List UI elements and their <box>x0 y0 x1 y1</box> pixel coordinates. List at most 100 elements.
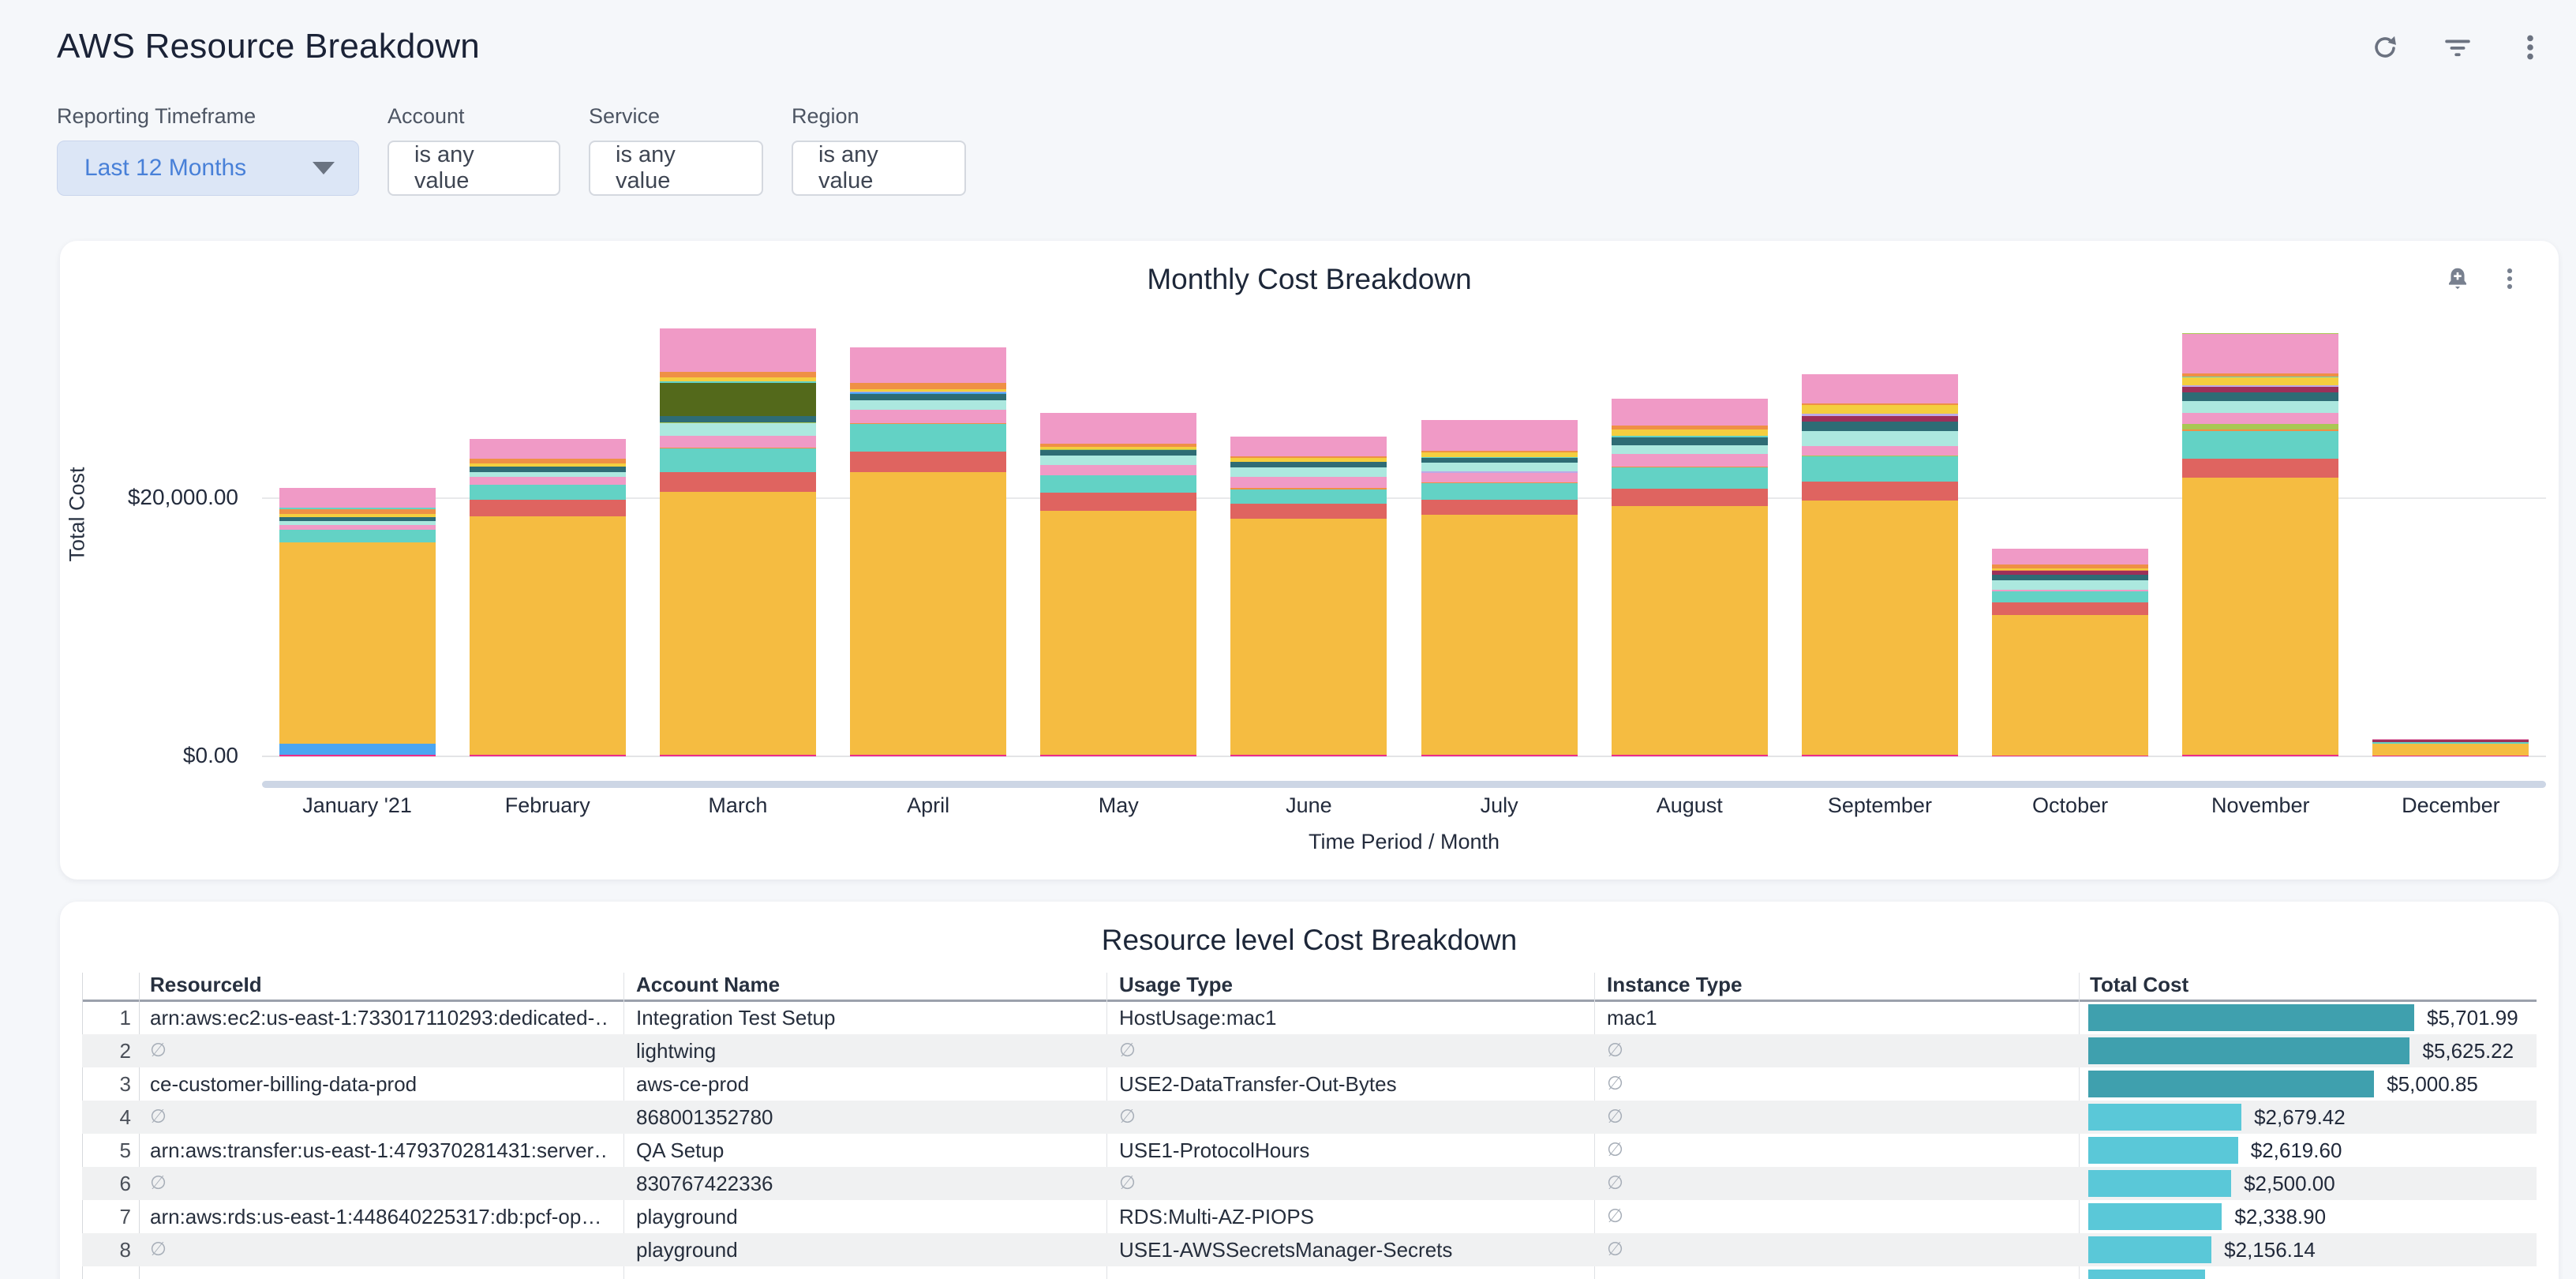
stacked-bar-february[interactable] <box>470 439 626 756</box>
bar-segment[interactable] <box>1040 493 1196 512</box>
bar-segment[interactable] <box>2182 334 2338 373</box>
bar-segment[interactable] <box>1421 473 1578 482</box>
bar-segment[interactable] <box>850 394 1006 400</box>
bar-segment[interactable] <box>660 372 816 378</box>
bar-segment[interactable] <box>1230 467 1387 477</box>
bar-segment[interactable] <box>1802 446 1958 456</box>
bar-segment[interactable] <box>279 530 436 542</box>
kebab-menu-icon[interactable] <box>2513 30 2548 65</box>
cell-account-name[interactable]: Integration Test Setup <box>636 1001 1094 1034</box>
bar-segment[interactable] <box>1992 575 2148 581</box>
bar-segment[interactable] <box>660 755 816 756</box>
bar-segment[interactable] <box>660 448 816 472</box>
bar-segment[interactable] <box>1421 483 1578 499</box>
bar-segment[interactable] <box>470 477 626 485</box>
total-cost-value[interactable]: $5,625.22 <box>2422 1034 2514 1067</box>
bar-segment[interactable] <box>1421 755 1578 756</box>
bar-segment[interactable] <box>850 424 1006 452</box>
cell-resource-id[interactable]: arn:aws:ec2:us-east-1:733017110293:dedic… <box>150 1001 608 1034</box>
total-cost-value[interactable]: $5,000.85 <box>2387 1067 2478 1101</box>
bar-segment[interactable] <box>1802 755 1958 756</box>
bar-segment[interactable] <box>1040 475 1196 493</box>
total-cost-value[interactable]: $2,500.00 <box>2244 1167 2335 1200</box>
cell-usage-type[interactable]: USE1-ProtocolHours <box>1119 1134 1585 1167</box>
bar-segment[interactable] <box>470 516 626 755</box>
bar-segment[interactable] <box>1040 450 1196 456</box>
cell-account-name[interactable]: playground <box>636 1233 1094 1266</box>
bar-segment[interactable] <box>1040 511 1196 755</box>
bar-segment[interactable] <box>1040 465 1196 475</box>
bar-segment[interactable] <box>2182 424 2338 430</box>
bar-segment[interactable] <box>850 755 1006 756</box>
bar-segment[interactable] <box>1230 504 1387 519</box>
cell-resource-id[interactable]: ce-customer-billing-data-prod <box>150 1067 608 1101</box>
bar-segment[interactable] <box>1421 463 1578 471</box>
column-header-account-name[interactable]: Account Name <box>636 973 780 997</box>
bar-segment[interactable] <box>1612 755 1768 756</box>
stacked-bar-august[interactable] <box>1612 399 1768 756</box>
cell-instance-type[interactable]: mac1 <box>1607 1001 2049 1034</box>
cell-usage-type[interactable]: HostUsage:mac1 <box>1119 1001 1585 1034</box>
service-filter-button[interactable]: is any value <box>589 141 763 196</box>
total-cost-value[interactable]: $2,338.90 <box>2234 1200 2326 1233</box>
refresh-icon[interactable] <box>2368 30 2402 65</box>
cell-usage-type[interactable]: RDS:Multi-AZ-PIOPS <box>1119 1200 1585 1233</box>
bar-segment[interactable] <box>1612 445 1768 455</box>
bar-segment[interactable] <box>850 472 1006 755</box>
bar-segment[interactable] <box>660 492 816 756</box>
cell-resource-id[interactable]: arn:aws:transfer:us-east-1:479370281431:… <box>150 1134 608 1167</box>
bar-segment[interactable] <box>1612 506 1768 756</box>
bar-segment[interactable] <box>470 439 626 459</box>
cell-resource-id[interactable]: arn:aws:rds:us-east-1:448640225317:db:pc… <box>150 1200 608 1233</box>
bar-segment[interactable] <box>1802 374 1958 403</box>
bar-segment[interactable] <box>1040 456 1196 464</box>
bar-segment[interactable] <box>660 423 816 436</box>
chart-horizontal-scrollbar[interactable] <box>262 781 2546 788</box>
total-cost-bar[interactable] <box>2088 1203 2222 1230</box>
bar-segment[interactable] <box>1040 755 1196 756</box>
total-cost-value[interactable]: $5,701.99 <box>2427 1001 2518 1034</box>
total-cost-bar[interactable] <box>2088 1071 2374 1097</box>
total-cost-bar[interactable] <box>2088 1104 2241 1131</box>
bar-segment[interactable] <box>279 542 436 744</box>
total-cost-bar[interactable] <box>2088 1004 2414 1031</box>
bar-segment[interactable] <box>2182 459 2338 478</box>
stacked-bar-june[interactable] <box>1230 437 1387 756</box>
bar-segment[interactable] <box>1802 456 1958 482</box>
bar-segment[interactable] <box>2182 478 2338 755</box>
bar-segment[interactable] <box>850 400 1006 411</box>
stacked-bar-july[interactable] <box>1421 420 1578 756</box>
bar-segment[interactable] <box>1230 477 1387 488</box>
account-filter-button[interactable]: is any value <box>388 141 560 196</box>
timeframe-select[interactable]: Last 12 Months <box>57 141 359 196</box>
bar-segment[interactable] <box>660 436 816 448</box>
bar-segment[interactable] <box>660 472 816 492</box>
bar-segment[interactable] <box>279 488 436 508</box>
cell-account-name[interactable]: QA Setup <box>636 1134 1094 1167</box>
bar-segment[interactable] <box>2182 431 2338 459</box>
bar-segment[interactable] <box>1612 429 1768 437</box>
bar-segment[interactable] <box>1421 515 1578 755</box>
bar-segment[interactable] <box>660 328 816 372</box>
cell-usage-type[interactable]: USE2-DataTransfer-Out-Bytes <box>1119 1067 1585 1101</box>
bar-segment[interactable] <box>1802 482 1958 501</box>
cell-usage-type[interactable]: USE1-AWSSecretsManager-Secrets <box>1119 1233 1585 1266</box>
total-cost-value[interactable]: $2,619.60 <box>2251 1134 2342 1167</box>
region-filter-button[interactable]: is any value <box>792 141 966 196</box>
total-cost-bar[interactable] <box>2088 1137 2238 1164</box>
total-cost-bar[interactable] <box>2088 1236 2211 1263</box>
bar-segment[interactable] <box>1802 501 1958 755</box>
bar-segment[interactable] <box>1802 416 1958 422</box>
bar-segment[interactable] <box>660 383 816 416</box>
bar-segment[interactable] <box>1230 755 1387 756</box>
stacked-bar-november[interactable] <box>2182 333 2338 756</box>
column-header-usage-type[interactable]: Usage Type <box>1119 973 1233 997</box>
bar-segment[interactable] <box>1421 500 1578 516</box>
bar-segment[interactable] <box>1802 431 1958 446</box>
bar-segment[interactable] <box>1612 437 1768 445</box>
filter-icon[interactable] <box>2440 30 2475 65</box>
bar-segment[interactable] <box>279 744 436 756</box>
bar-segment[interactable] <box>850 410 1006 422</box>
stacked-bar-april[interactable] <box>850 347 1006 756</box>
bar-segment[interactable] <box>660 416 816 423</box>
